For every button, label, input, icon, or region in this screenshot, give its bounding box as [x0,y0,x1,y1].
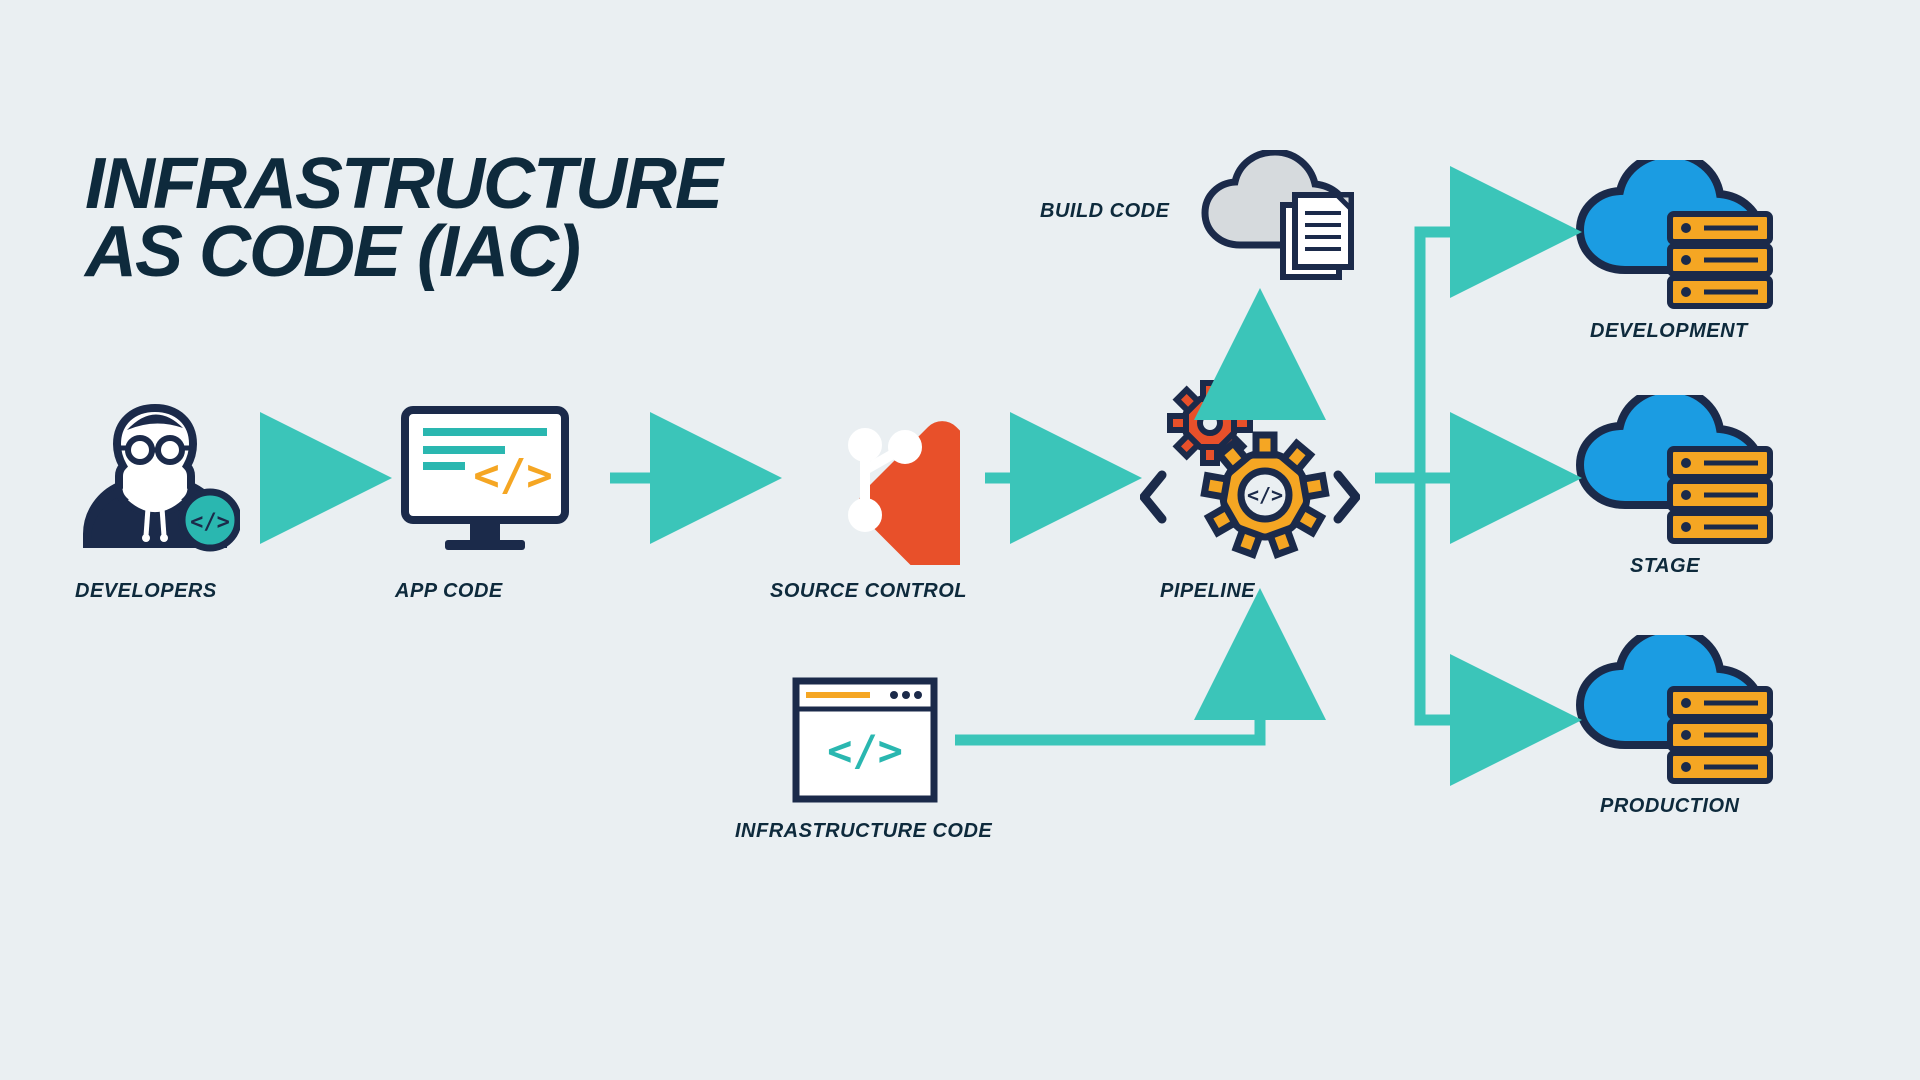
flow-arrows [0,0,1920,1080]
